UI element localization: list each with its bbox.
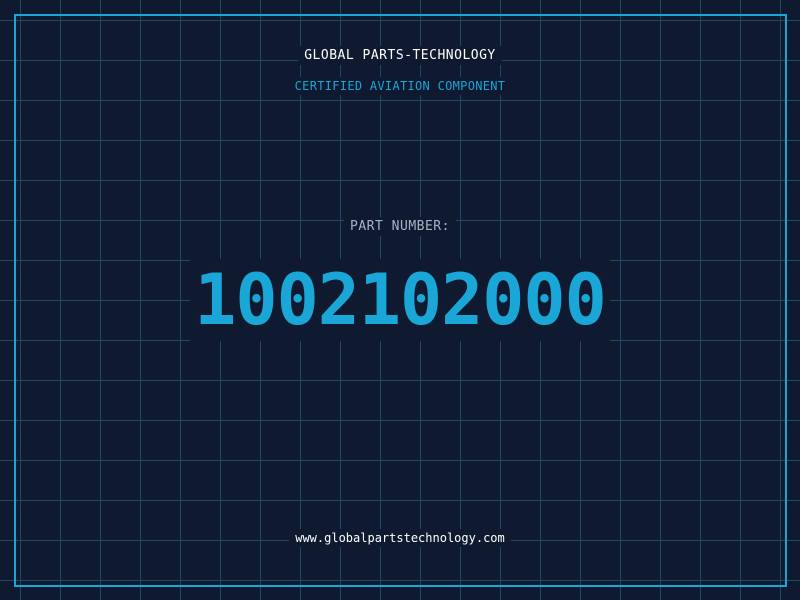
part-number-value-text: 1002102000 — [190, 259, 610, 341]
certification-tagline-text: CERTIFIED AVIATION COMPONENT — [288, 77, 512, 95]
part-number-label: PART NUMBER: — [0, 217, 800, 236]
company-name-text: GLOBAL PARTS-TECHNOLOGY — [298, 46, 502, 65]
certification-tagline: CERTIFIED AVIATION COMPONENT — [0, 77, 800, 95]
part-number-value: 1002102000 — [0, 259, 800, 341]
label-canvas: GLOBAL PARTS-TECHNOLOGY CERTIFIED AVIATI… — [0, 0, 800, 600]
company-name: GLOBAL PARTS-TECHNOLOGY — [0, 46, 800, 65]
website-url: www.globalpartstechnology.com — [0, 529, 800, 547]
part-number-label-text: PART NUMBER: — [344, 217, 456, 236]
website-url-text: www.globalpartstechnology.com — [289, 529, 511, 547]
